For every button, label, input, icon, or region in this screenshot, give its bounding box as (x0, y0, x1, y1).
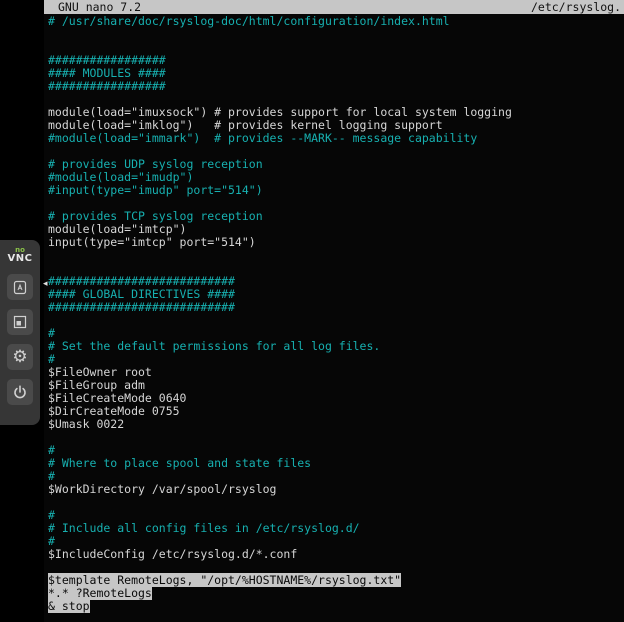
editor-line: input(type="imtcp" port="514") (48, 236, 624, 249)
editor-line-text: $DirCreateMode 0755 (48, 404, 180, 418)
editor-line: $Umask 0022 (48, 418, 624, 431)
editor-line: $DirCreateMode 0755 (48, 405, 624, 418)
editor-line: $WorkDirectory /var/spool/rsyslog (48, 483, 624, 496)
vnc-control-bar: no VNC (0, 240, 40, 425)
editor-line-text: $FileCreateMode 0640 (48, 391, 186, 405)
novnc-logo: no VNC (8, 247, 33, 264)
nano-filename: /etc/rsyslog. (531, 0, 621, 14)
settings-gear-icon: ⚙ (12, 349, 27, 366)
editor-line: #input(type="imudp" port="514") (48, 184, 624, 197)
editor-line-text: # Include all config files in /etc/rsysl… (48, 521, 360, 535)
editor-line-text: # (48, 508, 55, 522)
editor-line: # Include all config files in /etc/rsysl… (48, 522, 624, 535)
fullscreen-button[interactable] (7, 309, 33, 335)
editor-line-text: ################# (48, 53, 166, 67)
editor-line (48, 431, 624, 444)
editor-line: # Where to place spool and state files (48, 457, 624, 470)
power-icon (12, 384, 28, 400)
editor-line-text: # Set the default permissions for all lo… (48, 339, 380, 353)
editor-line: ########################### (48, 301, 624, 314)
editor-line-text: # Where to place spool and state files (48, 456, 311, 470)
editor-line-text: # /usr/share/doc/rsyslog-doc/html/config… (48, 14, 450, 28)
editor-line-text: ################# (48, 79, 166, 93)
editor-line (48, 496, 624, 509)
editor-line-text: input(type="imtcp" port="514") (48, 235, 256, 249)
novnc-logo-vnc: VNC (8, 254, 33, 264)
editor-line-text: *.* ?RemoteLogs (48, 586, 152, 600)
fullscreen-icon (12, 314, 28, 330)
editor-line-text: $IncludeConfig /etc/rsyslog.d/*.conf (48, 547, 297, 561)
editor-line: $IncludeConfig /etc/rsyslog.d/*.conf (48, 548, 624, 561)
editor-line-text: #### MODULES #### (48, 66, 166, 80)
clipboard-icon (12, 279, 28, 295)
editor-line-text: # (48, 443, 55, 457)
editor-line-text: & stop (48, 599, 90, 613)
editor-line-text: # (48, 469, 55, 483)
editor-line: ################# (48, 80, 624, 93)
editor-line-selected: *.* ?RemoteLogs (48, 587, 624, 600)
editor-line-text: # (48, 534, 55, 548)
editor-line-text: ########################### (48, 274, 235, 288)
editor-line-text: module(load="imtcp") (48, 222, 186, 236)
editor-line-text: #module(load="imudp") (48, 170, 193, 184)
editor-line-text: #input(type="imudp" port="514") (48, 183, 263, 197)
editor-line: #module(load="immark") # provides --MARK… (48, 132, 624, 145)
screen: no VNC (0, 0, 624, 622)
editor-line-text: # (48, 352, 55, 366)
editor-line-text: #module(load="immark") # provides --MARK… (48, 131, 477, 145)
nano-version: GNU nano 7.2 (58, 0, 141, 14)
editor-line-text: $WorkDirectory /var/spool/rsyslog (48, 482, 276, 496)
editor-line-selected: & stop (48, 600, 624, 613)
vnc-sidebar: no VNC (0, 0, 44, 622)
editor-content[interactable]: # /usr/share/doc/rsyslog-doc/html/config… (44, 14, 624, 613)
editor-line (48, 314, 624, 327)
editor-line (48, 249, 624, 262)
nano-titlebar: GNU nano 7.2 /etc/rsyslog. (44, 0, 624, 14)
terminal: GNU nano 7.2 /etc/rsyslog. # /usr/share/… (44, 0, 624, 622)
settings-button[interactable]: ⚙ (7, 344, 33, 370)
editor-line-text: $FileGroup adm (48, 378, 145, 392)
editor-line-text: module(load="imklog") # provides kernel … (48, 118, 443, 132)
editor-line: # /usr/share/doc/rsyslog-doc/html/config… (48, 15, 624, 28)
editor-line: # Set the default permissions for all lo… (48, 340, 624, 353)
editor-line-text: $template RemoteLogs, "/opt/%HOSTNAME%/r… (48, 573, 401, 587)
editor-line-text: ########################### (48, 300, 235, 314)
editor-line-text: $FileOwner root (48, 365, 152, 379)
power-button[interactable] (7, 379, 33, 405)
clipboard-button[interactable] (7, 274, 33, 300)
editor-line-text: module(load="imuxsock") # provides suppo… (48, 105, 512, 119)
editor-line-text: # provides UDP syslog reception (48, 157, 263, 171)
editor-line-text: $Umask 0022 (48, 417, 124, 431)
editor-line-text: # provides TCP syslog reception (48, 209, 263, 223)
editor-line-text: #### GLOBAL DIRECTIVES #### (48, 287, 235, 301)
controlbar-collapse-handle[interactable]: ◂ (43, 280, 48, 289)
editor-line-text: # (48, 326, 55, 340)
editor-line (48, 28, 624, 41)
